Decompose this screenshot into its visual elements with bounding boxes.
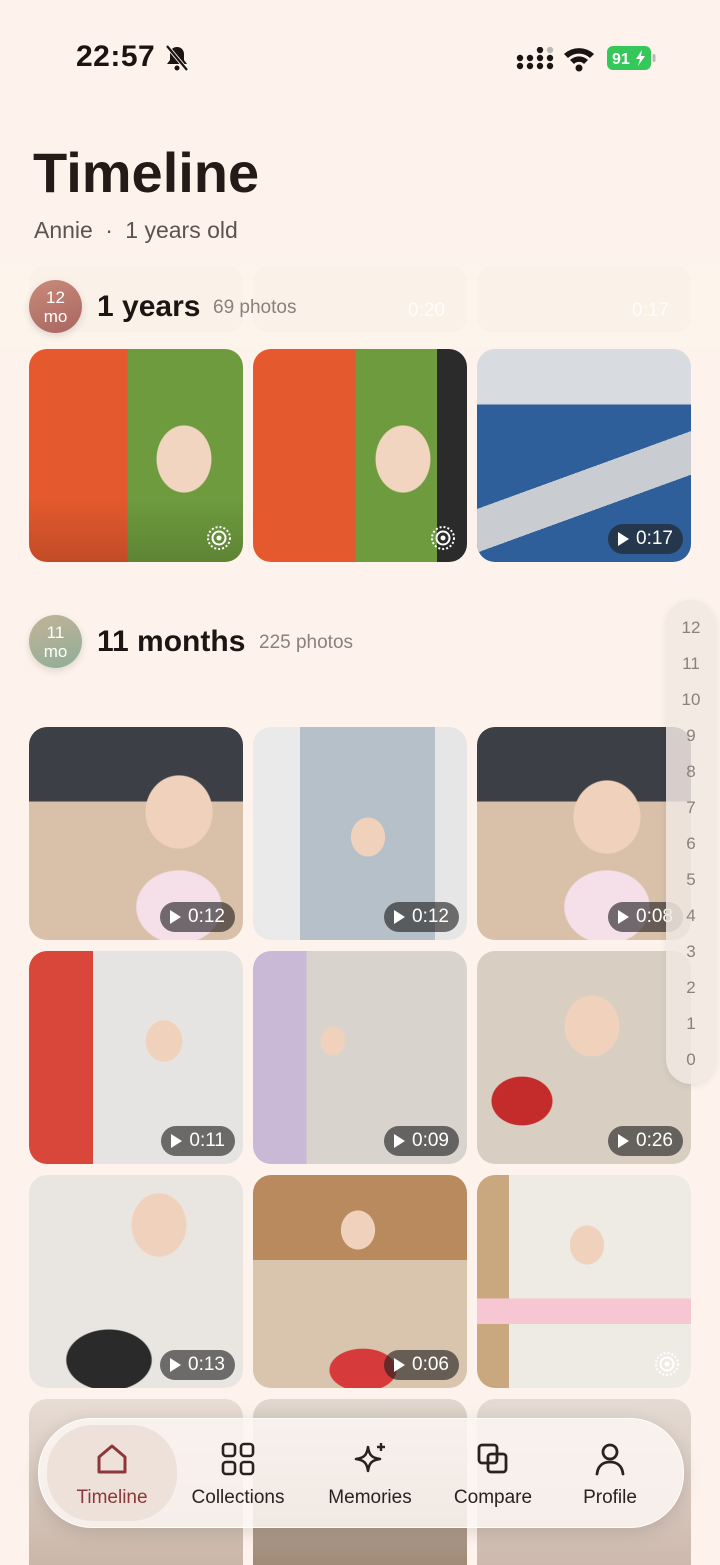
video-duration: 0:12: [160, 902, 235, 932]
video-tile[interactable]: 0:06: [253, 1175, 467, 1388]
video-tile[interactable]: 0:26: [477, 951, 691, 1164]
tab-collections[interactable]: Collections: [173, 1419, 303, 1527]
play-icon: [394, 1358, 406, 1372]
section-photo-count: 225 photos: [259, 632, 354, 653]
child-name: Annie: [34, 217, 93, 243]
subtitle-separator: ·: [105, 217, 113, 243]
month-index-scrubber[interactable]: 12 11 10 9 8 7 6 5 4 3 2 1 0: [666, 600, 716, 1084]
age-badge-unit: mo: [43, 306, 68, 326]
tab-label: Collections: [191, 1487, 285, 1508]
video-duration: 0:06: [384, 1350, 459, 1380]
section-photo-count: 69 photos: [213, 297, 297, 318]
cellular-signal-icon: [516, 47, 554, 70]
duration-text: 0:17: [636, 528, 673, 549]
grid-icon: [221, 1442, 255, 1476]
index-item[interactable]: 5: [666, 870, 716, 890]
age-badge-number: 12: [46, 287, 65, 307]
bell-muted-icon: [165, 44, 189, 72]
tab-compare[interactable]: Compare: [428, 1419, 558, 1527]
age-badge: 12 mo: [29, 280, 82, 333]
bottom-tab-bar: Timeline Collections Memories Compare Pr…: [38, 1418, 684, 1528]
video-duration: 0:26: [608, 1126, 683, 1156]
play-icon: [170, 910, 182, 924]
ghost-duration: 0:17: [632, 300, 669, 321]
tab-label: Memories: [328, 1487, 412, 1508]
tab-memories[interactable]: Memories: [305, 1419, 435, 1527]
video-tile[interactable]: 0:11: [29, 951, 243, 1164]
duration-text: 0:11: [189, 1130, 225, 1151]
duration-text: 0:13: [188, 1354, 225, 1375]
section-title: 1 years: [97, 290, 201, 323]
index-item[interactable]: 10: [666, 690, 716, 710]
duration-text: 0:09: [412, 1130, 449, 1151]
play-icon: [394, 910, 406, 924]
video-tile[interactable]: 0:08: [477, 727, 691, 940]
video-duration: 0:11: [161, 1126, 235, 1156]
index-item[interactable]: 2: [666, 978, 716, 998]
tab-timeline[interactable]: Timeline: [47, 1425, 177, 1521]
compare-icon: [477, 1443, 508, 1474]
play-icon: [618, 910, 630, 924]
status-bar: 22:57 91: [0, 0, 720, 110]
video-duration: 0:17: [608, 524, 683, 554]
sparkle-icon: [354, 1443, 385, 1473]
duration-text: 0:26: [636, 1130, 673, 1151]
wifi-icon: [564, 48, 594, 72]
home-icon: [97, 1444, 127, 1474]
duration-text: 0:12: [412, 906, 449, 927]
index-item[interactable]: 4: [666, 906, 716, 926]
tab-label: Timeline: [76, 1487, 148, 1508]
live-photo-icon: [207, 526, 231, 550]
photo-tile[interactable]: [477, 1175, 691, 1388]
play-icon: [618, 532, 630, 546]
duration-text: 0:12: [188, 906, 225, 927]
index-item[interactable]: 11: [666, 654, 716, 674]
duration-text: 0:06: [412, 1354, 449, 1375]
video-duration: 0:12: [384, 902, 459, 932]
index-item[interactable]: 6: [666, 834, 716, 854]
index-item[interactable]: 8: [666, 762, 716, 782]
age-badge-unit: mo: [43, 641, 68, 661]
page-subtitle: Annie · 1 years old: [34, 217, 238, 244]
age-badge: 11 mo: [29, 615, 82, 668]
video-duration: 0:13: [160, 1350, 235, 1380]
play-icon: [171, 1134, 183, 1148]
index-item[interactable]: 3: [666, 942, 716, 962]
photo-tile[interactable]: [253, 349, 467, 562]
age-badge-number: 11: [46, 622, 65, 642]
play-icon: [394, 1134, 406, 1148]
video-tile[interactable]: 0:17: [477, 349, 691, 562]
video-duration: 0:09: [384, 1126, 459, 1156]
video-tile[interactable]: 0:12: [29, 727, 243, 940]
video-tile[interactable]: 0:12: [253, 727, 467, 940]
tab-label: Compare: [453, 1487, 533, 1508]
live-photo-icon: [431, 526, 455, 550]
tab-profile[interactable]: Profile: [545, 1419, 675, 1527]
section-title: 11 months: [97, 625, 246, 658]
ghost-duration: 0:20: [408, 300, 445, 321]
tab-label: Profile: [583, 1487, 637, 1508]
battery-indicator: 91: [607, 46, 657, 70]
video-tile[interactable]: 0:13: [29, 1175, 243, 1388]
play-icon: [618, 1134, 630, 1148]
index-item[interactable]: 7: [666, 798, 716, 818]
status-time: 22:57: [76, 40, 156, 73]
index-item[interactable]: 0: [666, 1050, 716, 1070]
index-item[interactable]: 9: [666, 726, 716, 746]
person-icon: [595, 1443, 625, 1476]
photo-tile[interactable]: [29, 349, 243, 562]
live-photo-icon: [655, 1352, 679, 1376]
page-title: Timeline: [33, 141, 260, 204]
svg-text:91: 91: [612, 51, 630, 68]
play-icon: [170, 1358, 182, 1372]
child-age: 1 years old: [125, 217, 238, 243]
video-tile[interactable]: 0:09: [253, 951, 467, 1164]
index-item[interactable]: 1: [666, 1014, 716, 1034]
index-item[interactable]: 12: [666, 618, 716, 638]
battery-icon: 91: [607, 46, 656, 70]
